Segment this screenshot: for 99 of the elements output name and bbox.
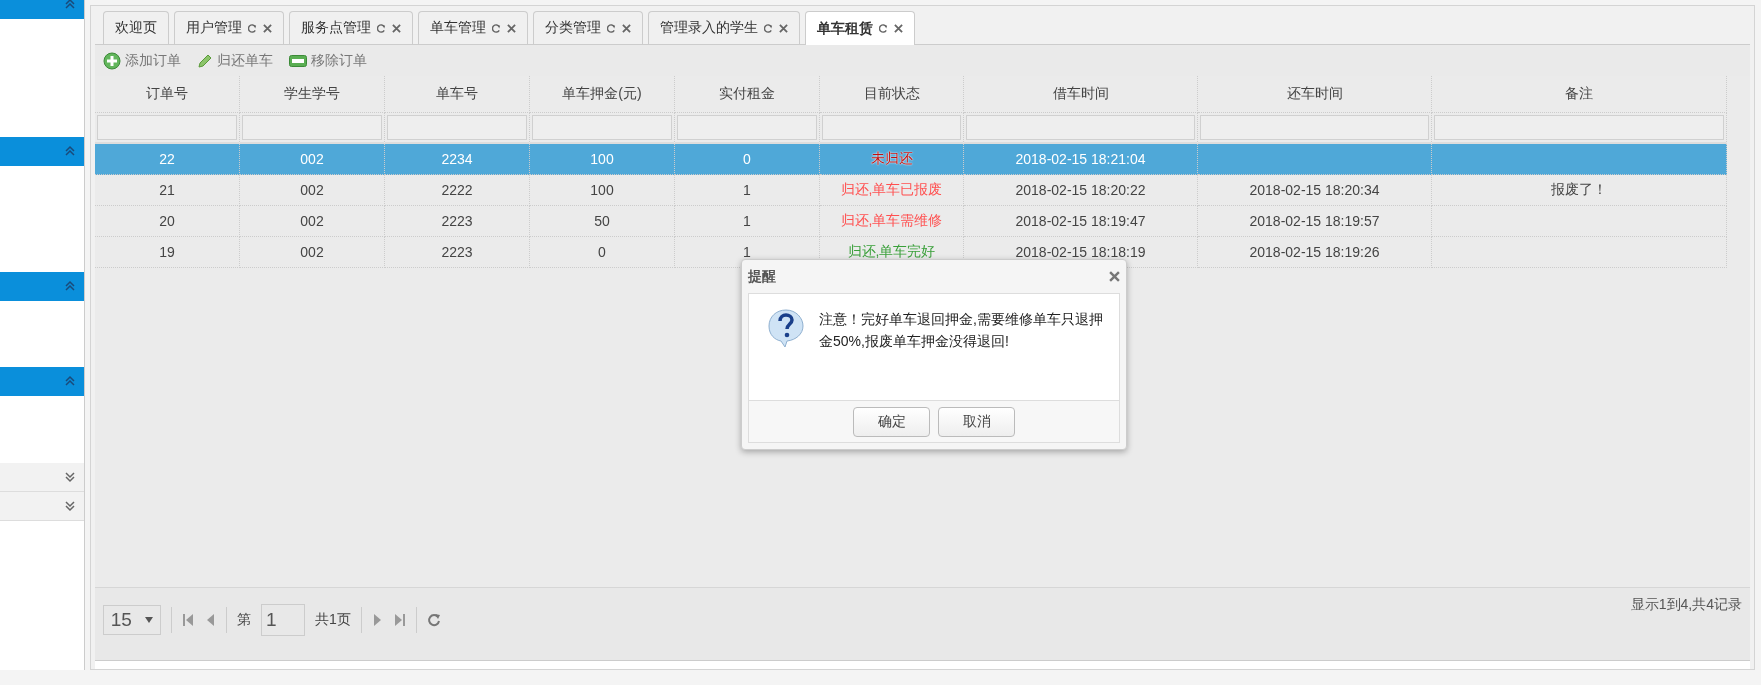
- minus-icon: [289, 54, 307, 67]
- table-cell: 2222: [385, 175, 530, 206]
- table-cell: 50: [530, 206, 675, 237]
- page-field[interactable]: 1: [261, 604, 305, 636]
- table-cell: 2018-02-15 18:19:47: [964, 206, 1198, 237]
- status-text: 归还,单车已报废: [840, 181, 943, 199]
- page-prefix: 第: [237, 611, 251, 629]
- table-cell: 100: [530, 175, 675, 206]
- collapse-icon[interactable]: [64, 145, 76, 157]
- refresh-icon[interactable]: [607, 23, 616, 33]
- refresh-icon[interactable]: [492, 23, 501, 33]
- table-cell: 21: [95, 175, 240, 206]
- toolbar-button[interactable]: 归还单车: [197, 51, 273, 70]
- filter-field[interactable]: [97, 115, 237, 140]
- close-icon[interactable]: [507, 23, 516, 33]
- tab[interactable]: 单车租赁: [805, 11, 915, 45]
- dialog-button[interactable]: 取消: [938, 407, 1015, 437]
- record-summary: 显示1到4,共4记录: [1630, 596, 1742, 614]
- pencil-icon: [197, 52, 213, 69]
- filter-field[interactable]: [822, 115, 961, 140]
- toolbar-button[interactable]: 移除订单: [289, 51, 367, 70]
- close-icon[interactable]: [622, 23, 631, 33]
- refresh-icon[interactable]: [764, 23, 773, 33]
- column-header: 实付租金: [675, 76, 820, 113]
- filter-field[interactable]: [677, 115, 817, 140]
- toolbar-button[interactable]: 添加订单: [103, 51, 181, 70]
- page-size-select[interactable]: 15: [103, 605, 161, 635]
- tab[interactable]: 分类管理: [533, 11, 643, 44]
- status-text: 归还,单车需维修: [840, 212, 943, 230]
- table-cell: 2223: [385, 206, 530, 237]
- table-cell: 100: [530, 144, 675, 175]
- column-header: 单车押金(元): [530, 76, 675, 113]
- dropdown-icon[interactable]: [145, 617, 154, 623]
- tab[interactable]: 服务点管理: [289, 11, 413, 44]
- column-header: 借车时间: [964, 76, 1198, 113]
- tab-label[interactable]: 欢迎页: [115, 19, 157, 37]
- table-cell: 2018-02-15 18:20:34: [1198, 175, 1432, 206]
- tab[interactable]: 单车管理: [418, 11, 528, 44]
- close-icon[interactable]: [263, 23, 272, 33]
- table-cell: 002: [240, 144, 385, 175]
- column-header: 备注: [1432, 76, 1727, 113]
- table-cell: 1: [675, 206, 820, 237]
- table-cell: 1: [675, 175, 820, 206]
- refresh-icon[interactable]: [426, 613, 441, 627]
- column-header: 单车号: [385, 76, 530, 113]
- table-cell: 报废了！: [1432, 175, 1727, 206]
- column-header: 学生学号: [240, 76, 385, 113]
- close-icon[interactable]: [894, 24, 903, 33]
- table-cell: 2018-02-15 18:20:22: [964, 175, 1198, 206]
- table-cell: 2234: [385, 144, 530, 175]
- tab[interactable]: 管理录入的学生: [648, 11, 800, 44]
- collapse-icon[interactable]: [64, 375, 76, 387]
- table-cell: 22: [95, 144, 240, 175]
- close-icon[interactable]: [779, 23, 788, 33]
- column-header: 还车时间: [1198, 76, 1432, 113]
- refresh-icon[interactable]: [248, 23, 257, 33]
- table-cell: 2018-02-15 18:19:57: [1198, 206, 1432, 237]
- table-cell: 0: [675, 144, 820, 175]
- tab-label[interactable]: 用户管理: [186, 19, 242, 37]
- dialog-button[interactable]: 确定: [853, 407, 930, 437]
- table-cell: 002: [240, 206, 385, 237]
- expand-icon[interactable]: [64, 500, 76, 512]
- refresh-icon[interactable]: [377, 23, 386, 33]
- filter-field[interactable]: [966, 115, 1195, 140]
- tab-label[interactable]: 分类管理: [545, 19, 601, 37]
- status-text: 未归还: [870, 150, 913, 168]
- refresh-icon[interactable]: [879, 24, 888, 33]
- page-total: 共1页: [315, 611, 351, 629]
- button-label[interactable]: 归还单车: [217, 51, 273, 70]
- tab-label[interactable]: 管理录入的学生: [660, 19, 758, 37]
- tab-label[interactable]: 单车管理: [430, 19, 486, 37]
- tab-label[interactable]: 单车租赁: [817, 19, 873, 38]
- collapse-icon[interactable]: [64, 0, 76, 10]
- question-icon: [767, 308, 805, 348]
- column-header: 目前状态: [820, 76, 964, 113]
- plus-icon: [103, 51, 121, 70]
- button-label[interactable]: 添加订单: [125, 51, 181, 70]
- last-page-icon[interactable]: [393, 613, 406, 627]
- tab[interactable]: 用户管理: [174, 11, 284, 44]
- filter-field[interactable]: [242, 115, 382, 140]
- filter-field[interactable]: [1434, 115, 1724, 140]
- collapse-icon[interactable]: [64, 280, 76, 292]
- tab-label[interactable]: 服务点管理: [301, 19, 371, 37]
- filter-field[interactable]: [532, 115, 672, 140]
- table-cell: 2018-02-15 18:21:04: [964, 144, 1198, 175]
- first-page-icon[interactable]: [182, 613, 194, 627]
- dialog-title: 提醒: [748, 267, 776, 286]
- tab[interactable]: 欢迎页: [103, 11, 169, 44]
- filter-field[interactable]: [1200, 115, 1429, 140]
- table-cell: 002: [240, 175, 385, 206]
- status-text: 归还,单车完好: [847, 243, 936, 261]
- expand-icon[interactable]: [64, 471, 76, 483]
- table-cell: 20: [95, 206, 240, 237]
- column-header: 订单号: [95, 76, 240, 113]
- dialog-message: 注意！完好单车退回押金,需要维修单车只退押金50%,报废单车押金没得退回!: [819, 310, 1104, 351]
- close-icon[interactable]: [392, 23, 401, 33]
- button-label[interactable]: 移除订单: [311, 51, 367, 70]
- filter-field[interactable]: [387, 115, 527, 140]
- close-icon[interactable]: [1109, 271, 1120, 282]
